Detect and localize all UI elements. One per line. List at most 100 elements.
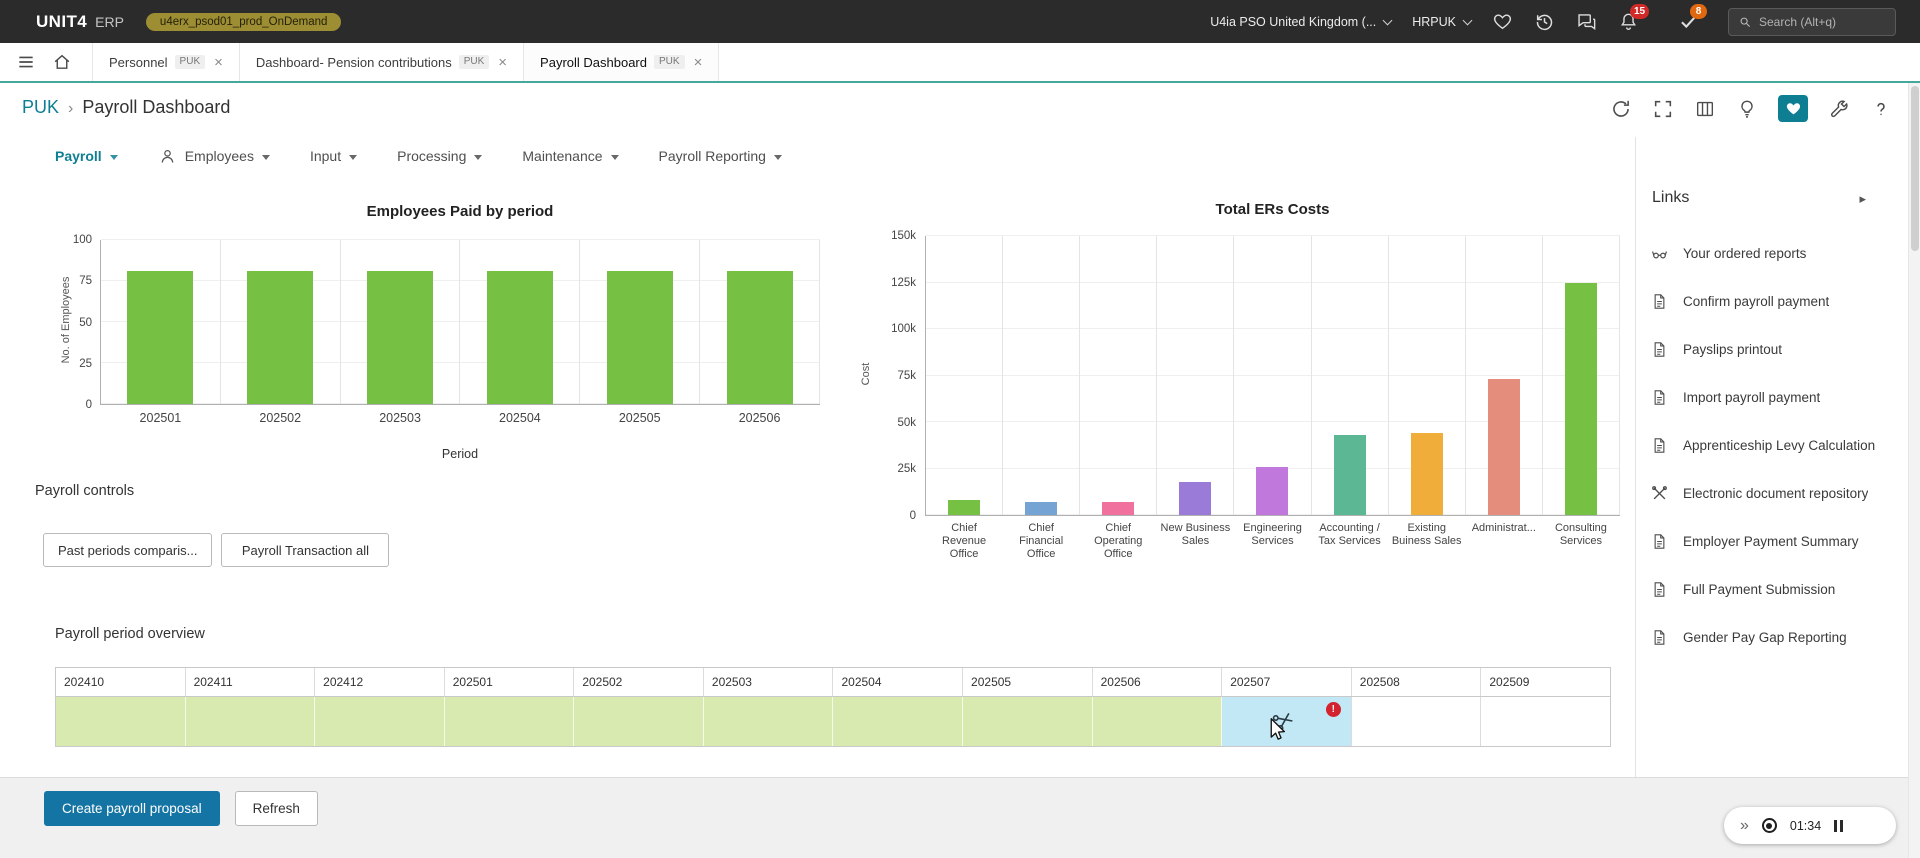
- menu-item-maintenance[interactable]: Maintenance: [522, 148, 618, 164]
- menu-item-input[interactable]: Input: [310, 148, 357, 164]
- past-periods-comparis-button[interactable]: Past periods comparis...: [43, 533, 212, 567]
- link-gender-pay-gap-reporting[interactable]: Gender Pay Gap Reporting: [1636, 613, 1906, 661]
- notifications-bell[interactable]: 15: [1618, 11, 1639, 32]
- link-electronic-document-repository[interactable]: Electronic document repository: [1636, 469, 1906, 517]
- wrench-settings-icon[interactable]: [1828, 98, 1850, 120]
- period-header-202501: 202501: [445, 668, 575, 696]
- alert-badge: !: [1326, 702, 1341, 717]
- scrollbar-thumb[interactable]: [1911, 86, 1919, 251]
- tab-label: Dashboard- Pension contributions: [256, 55, 452, 70]
- payroll-transaction-all-button[interactable]: Payroll Transaction all: [221, 533, 389, 567]
- breadcrumb-separator: ›: [68, 100, 73, 118]
- create-payroll-proposal-button[interactable]: Create payroll proposal: [44, 791, 220, 826]
- refresh-icon[interactable]: [1610, 98, 1632, 120]
- table-layout-icon[interactable]: [1694, 98, 1716, 120]
- y-tick-label: 0: [910, 510, 916, 522]
- link-full-payment-submission[interactable]: Full Payment Submission: [1636, 565, 1906, 613]
- period-overview-table: 2024102024112024122025012025022025032025…: [55, 667, 1611, 747]
- y-axis-label: Cost: [860, 324, 872, 424]
- refresh-button[interactable]: Refresh: [235, 791, 318, 826]
- page-title: Payroll Dashboard: [82, 97, 230, 118]
- company-selector[interactable]: U4ia PSO United Kingdom (...: [1210, 15, 1391, 29]
- close-icon[interactable]: ×: [214, 54, 223, 71]
- menu-item-employees[interactable]: Employees: [158, 147, 270, 166]
- y-tick-label: 25k: [897, 463, 916, 475]
- hamburger-menu-icon[interactable]: [16, 52, 36, 72]
- period-cell-202501[interactable]: [445, 697, 575, 746]
- favorite-toggle-heart-icon[interactable]: [1778, 95, 1808, 122]
- period-cell-202503[interactable]: [704, 697, 834, 746]
- tasks-check[interactable]: 8: [1678, 11, 1699, 32]
- menu-item-payroll-reporting[interactable]: Payroll Reporting: [659, 148, 782, 164]
- document-icon: [1650, 580, 1669, 599]
- menu-item-label: Employees: [185, 148, 254, 164]
- period-cell-202506[interactable]: [1093, 697, 1223, 746]
- vertical-scrollbar[interactable]: [1908, 83, 1920, 858]
- notifications-count-badge: 15: [1630, 4, 1649, 19]
- link-import-payroll-payment[interactable]: Import payroll payment: [1636, 373, 1906, 421]
- search-icon: [1738, 15, 1752, 29]
- period-cell-202411[interactable]: [186, 697, 316, 746]
- bar-202503: [367, 271, 433, 404]
- period-table-body: !: [56, 697, 1610, 746]
- bar-existing: [1411, 433, 1443, 515]
- period-cell-202502[interactable]: [574, 697, 704, 746]
- lightbulb-icon[interactable]: [1736, 98, 1758, 120]
- period-cell-202412[interactable]: [315, 697, 445, 746]
- link-employer-payment-summary[interactable]: Employer Payment Summary: [1636, 517, 1906, 565]
- company-selector-label: U4ia PSO United Kingdom (...: [1210, 15, 1376, 29]
- chevron-down-icon: [1463, 15, 1473, 25]
- link-your-ordered-reports[interactable]: Your ordered reports: [1636, 229, 1906, 277]
- pause-icon[interactable]: [1834, 820, 1843, 832]
- menu-item-processing[interactable]: Processing: [397, 148, 482, 164]
- page: PUK › Payroll Dashboard Payroll Employees…: [0, 83, 1920, 858]
- record-icon[interactable]: [1762, 818, 1777, 833]
- links-list: Your ordered reportsConfirm payroll paym…: [1636, 229, 1906, 661]
- tab-dashboard-pension-contributions[interactable]: Dashboard- Pension contributions PUK ×: [239, 43, 523, 81]
- plot-area: 202501202502202503202504202505202506: [100, 240, 820, 405]
- help-icon[interactable]: [1870, 98, 1892, 120]
- period-cell-202505[interactable]: [963, 697, 1093, 746]
- period-table-header: 2024102024112024122025012025022025032025…: [56, 668, 1610, 697]
- menu-item-label: Payroll Reporting: [659, 148, 766, 164]
- collapse-chevrons-icon[interactable]: »: [1740, 818, 1749, 834]
- role-selector[interactable]: HRPUK: [1412, 15, 1471, 29]
- breadcrumb-root-link[interactable]: PUK: [22, 97, 59, 118]
- favorites-heart-icon[interactable]: [1492, 11, 1513, 32]
- period-cell-202508[interactable]: [1352, 697, 1482, 746]
- close-icon[interactable]: ×: [694, 54, 703, 71]
- period-cell-202507[interactable]: !: [1222, 697, 1352, 746]
- tab-payroll-dashboard[interactable]: Payroll Dashboard PUK ×: [523, 43, 719, 81]
- history-icon[interactable]: [1534, 11, 1555, 32]
- global-search[interactable]: [1728, 8, 1896, 36]
- period-cell-202509[interactable]: [1481, 697, 1610, 746]
- chart-slot: 202501: [101, 240, 221, 404]
- link-apprenticeship-levy-calculation[interactable]: Apprenticeship Levy Calculation: [1636, 421, 1906, 469]
- period-header-202505: 202505: [963, 668, 1093, 696]
- chat-icon[interactable]: [1576, 11, 1597, 32]
- search-input[interactable]: [1759, 15, 1883, 29]
- link-confirm-payroll-payment[interactable]: Confirm payroll payment: [1636, 277, 1906, 325]
- collapse-arrow-icon[interactable]: ▸: [1859, 191, 1866, 207]
- chart-slot: 202503: [341, 240, 461, 404]
- menu-item-payroll[interactable]: Payroll: [55, 148, 118, 164]
- period-cell-202410[interactable]: [56, 697, 186, 746]
- link-payslips-printout[interactable]: Payslips printout: [1636, 325, 1906, 373]
- document-icon: [1650, 340, 1669, 359]
- mouse-cursor: [1266, 717, 1287, 745]
- y-tick-label: 150k: [891, 230, 916, 242]
- module-menu: Payroll Employees Input Processing Maintenan…: [55, 139, 782, 173]
- tab-personnel[interactable]: Personnel PUK ×: [92, 43, 239, 81]
- fullscreen-icon[interactable]: [1652, 98, 1674, 120]
- bar-202501: [127, 271, 193, 404]
- period-header-202509: 202509: [1481, 668, 1610, 696]
- chevron-down-icon: [262, 155, 270, 160]
- chart-slot: Administrat...: [1466, 236, 1543, 515]
- page-toolbar: [1610, 95, 1892, 122]
- home-icon[interactable]: [52, 52, 72, 72]
- footer-actions: Create payroll proposal Refresh: [0, 777, 1920, 858]
- close-icon[interactable]: ×: [498, 54, 507, 71]
- spectacles-icon: [1650, 244, 1669, 263]
- chevron-down-icon: [474, 155, 482, 160]
- period-cell-202504[interactable]: [833, 697, 963, 746]
